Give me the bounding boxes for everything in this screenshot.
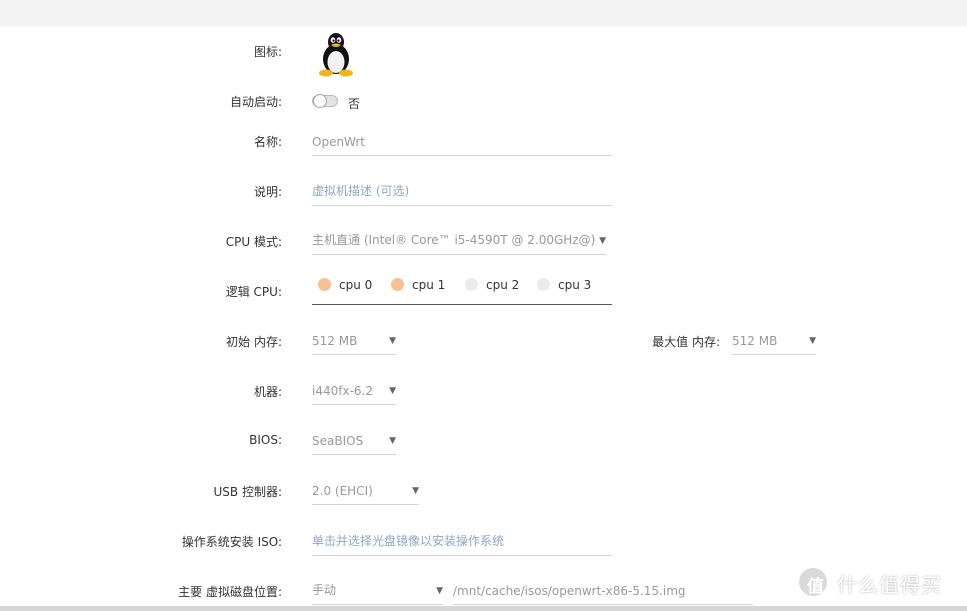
cpu-item-label: cpu 2 bbox=[486, 278, 520, 292]
top-bar bbox=[0, 0, 967, 26]
name-input[interactable]: OpenWrt bbox=[312, 124, 612, 156]
primary-disk-mode-value: 手动 bbox=[312, 583, 337, 597]
bios-value: SeaBIOS bbox=[312, 434, 364, 448]
bios-label: BIOS: bbox=[249, 433, 282, 447]
watermark-circle-icon: 值 bbox=[797, 566, 829, 598]
autostart-toggle[interactable] bbox=[312, 94, 338, 108]
initial-memory-label: 初始 内存: bbox=[226, 335, 282, 349]
cpu-mode-value: 主机直通 (Intel® Core™ i5-4590T @ 2.00GHz@) bbox=[312, 233, 596, 247]
usb-controller-value: 2.0 (EHCI) bbox=[312, 484, 373, 498]
logical-cpu-label: 逻辑 CPU: bbox=[225, 285, 282, 299]
description-label: 说明: bbox=[253, 185, 282, 199]
cpu-checkbox-0[interactable]: cpu 0 bbox=[318, 278, 372, 292]
name-label: 名称: bbox=[253, 135, 282, 149]
os-iso-placeholder: 单击并选择光盘镜像以安装操作系统 bbox=[312, 534, 505, 548]
caret-down-icon: ▼ bbox=[599, 236, 606, 246]
caret-down-icon: ▼ bbox=[809, 336, 816, 346]
max-memory-select[interactable]: 512 MB ▼ bbox=[732, 324, 816, 355]
machine-select[interactable]: i440fx-6.2 ▼ bbox=[312, 374, 396, 405]
cpu-checkbox-1[interactable]: cpu 1 bbox=[391, 278, 445, 292]
initial-memory-value: 512 MB bbox=[312, 334, 358, 348]
machine-label: 机器: bbox=[253, 385, 282, 399]
caret-down-icon: ▼ bbox=[389, 436, 396, 446]
bios-select[interactable]: SeaBIOS ▼ bbox=[312, 424, 396, 455]
cpu-checkbox-3[interactable]: cpu 3 bbox=[537, 278, 591, 292]
caret-down-icon: ▼ bbox=[436, 586, 443, 596]
description-input[interactable]: 虚拟机描述 (可选) bbox=[312, 174, 612, 206]
bottom-bar bbox=[0, 606, 967, 611]
cpu-item-label: cpu 3 bbox=[558, 278, 592, 292]
cpu-unselected-dot bbox=[465, 278, 478, 291]
primary-disk-mode-select[interactable]: 手动 ▼ bbox=[312, 574, 443, 605]
cpu-checkbox-2[interactable]: cpu 2 bbox=[465, 278, 519, 292]
usb-controller-select[interactable]: 2.0 (EHCI) ▼ bbox=[312, 474, 419, 505]
max-memory-value: 512 MB bbox=[732, 334, 778, 348]
watermark-text: 什么值得买 bbox=[837, 573, 942, 597]
machine-value: i440fx-6.2 bbox=[312, 384, 373, 398]
cpu-mode-select[interactable]: 主机直通 (Intel® Core™ i5-4590T @ 2.00GHz@) … bbox=[312, 224, 606, 255]
primary-disk-label: 主要 虚拟磁盘位置: bbox=[178, 585, 282, 599]
usb-controller-label: USB 控制器: bbox=[213, 485, 283, 499]
logical-cpu-group: cpu 0 cpu 1 cpu 2 cpu 3 bbox=[312, 268, 612, 305]
os-iso-input[interactable]: 单击并选择光盘镜像以安装操作系统 bbox=[312, 524, 612, 556]
max-memory-label: 最大值 内存: bbox=[652, 335, 720, 349]
cpu-unselected-dot bbox=[537, 278, 550, 291]
caret-down-icon: ▼ bbox=[389, 336, 396, 346]
toggle-knob bbox=[313, 94, 327, 108]
caret-down-icon: ▼ bbox=[412, 486, 419, 496]
cpu-mode-label: CPU 模式: bbox=[225, 235, 282, 249]
watermark-glyph: 值 bbox=[807, 577, 824, 597]
primary-disk-path-input[interactable]: /mnt/cache/isos/openwrt-x86-5.15.img bbox=[453, 574, 753, 605]
cpu-selected-dot bbox=[391, 278, 404, 291]
cpu-item-label: cpu 1 bbox=[412, 278, 446, 292]
initial-memory-select[interactable]: 512 MB ▼ bbox=[312, 324, 396, 355]
autostart-value: 否 bbox=[348, 97, 361, 111]
primary-disk-path-value: /mnt/cache/isos/openwrt-x86-5.15.img bbox=[453, 584, 686, 598]
cpu-item-label: cpu 0 bbox=[339, 278, 373, 292]
autostart-label: 自动启动: bbox=[229, 95, 282, 109]
cpu-selected-dot bbox=[318, 278, 331, 291]
linux-tux-icon[interactable] bbox=[316, 31, 356, 77]
description-placeholder: 虚拟机描述 (可选) bbox=[312, 184, 410, 198]
name-value: OpenWrt bbox=[312, 135, 366, 149]
os-iso-label: 操作系统安装 ISO: bbox=[181, 535, 282, 549]
icon-label: 图标: bbox=[253, 45, 282, 59]
caret-down-icon: ▼ bbox=[389, 386, 396, 396]
